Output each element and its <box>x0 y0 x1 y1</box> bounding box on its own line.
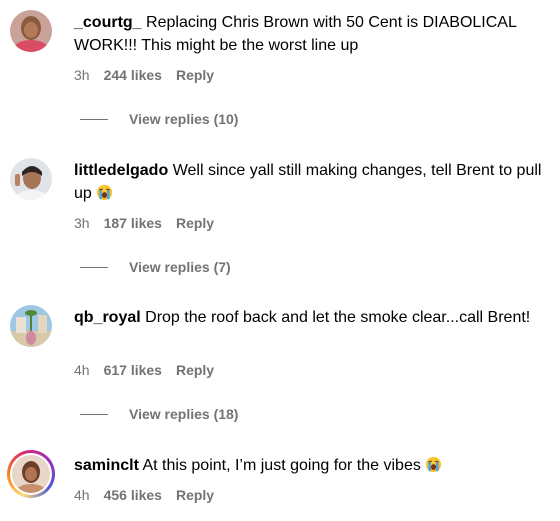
comment-username[interactable]: _courtg_ <box>74 14 142 31</box>
comment-username[interactable]: littledelgado <box>74 162 168 179</box>
loudly-crying-face-icon <box>97 184 113 201</box>
comment-meta: 3h 244 likes Reply <box>74 67 214 83</box>
avatar[interactable] <box>7 450 55 498</box>
likes-count[interactable]: 617 likes <box>104 362 162 378</box>
comment-username[interactable]: qb_royal <box>74 309 141 326</box>
avatar-photo-icon <box>10 158 52 200</box>
reply-button[interactable]: Reply <box>176 487 214 503</box>
loudly-crying-face-icon <box>426 456 442 473</box>
likes-count[interactable]: 244 likes <box>104 67 162 83</box>
reply-button[interactable]: Reply <box>176 362 214 378</box>
comment-meta: 4h 617 likes Reply <box>74 362 214 378</box>
comment-text: littledelgado Well since yall still maki… <box>74 159 550 205</box>
divider-line <box>80 266 108 268</box>
comment-time: 3h <box>74 67 90 83</box>
comment-text: _courtg_ Replacing Chris Brown with 50 C… <box>74 11 550 57</box>
comment-time: 3h <box>74 215 90 231</box>
avatar[interactable] <box>10 158 52 200</box>
divider-line <box>80 118 108 120</box>
view-replies-button[interactable]: View replies (7) <box>80 259 231 275</box>
comment-username[interactable]: saminclt <box>74 457 139 474</box>
comment-body: Drop the roof back and let the smoke cle… <box>145 309 531 326</box>
comment-body: At this point, I’m just going for the vi… <box>142 457 421 474</box>
comment-meta: 3h 187 likes Reply <box>74 215 214 231</box>
comment-time: 4h <box>74 487 90 503</box>
avatar-photo-icon <box>10 305 52 347</box>
likes-count[interactable]: 456 likes <box>104 487 162 503</box>
view-replies-button[interactable]: View replies (10) <box>80 111 238 127</box>
view-replies-label: View replies (18) <box>129 406 239 422</box>
reply-button[interactable]: Reply <box>176 215 214 231</box>
avatar[interactable] <box>10 305 52 347</box>
comment-text: saminclt At this point, I’m just going f… <box>74 454 550 477</box>
comment-text: qb_royal Drop the roof back and let the … <box>74 306 550 329</box>
view-replies-label: View replies (10) <box>129 111 239 127</box>
likes-count[interactable]: 187 likes <box>104 215 162 231</box>
avatar-story-ring <box>10 453 52 495</box>
avatar-photo-icon <box>10 10 52 52</box>
divider-line <box>80 413 108 415</box>
comment-meta: 4h 456 likes Reply <box>74 487 214 503</box>
avatar[interactable] <box>10 10 52 52</box>
reply-button[interactable]: Reply <box>176 67 214 83</box>
comment-time: 4h <box>74 362 90 378</box>
view-replies-label: View replies (7) <box>129 259 231 275</box>
view-replies-button[interactable]: View replies (18) <box>80 406 238 422</box>
avatar-photo-icon <box>12 455 50 493</box>
